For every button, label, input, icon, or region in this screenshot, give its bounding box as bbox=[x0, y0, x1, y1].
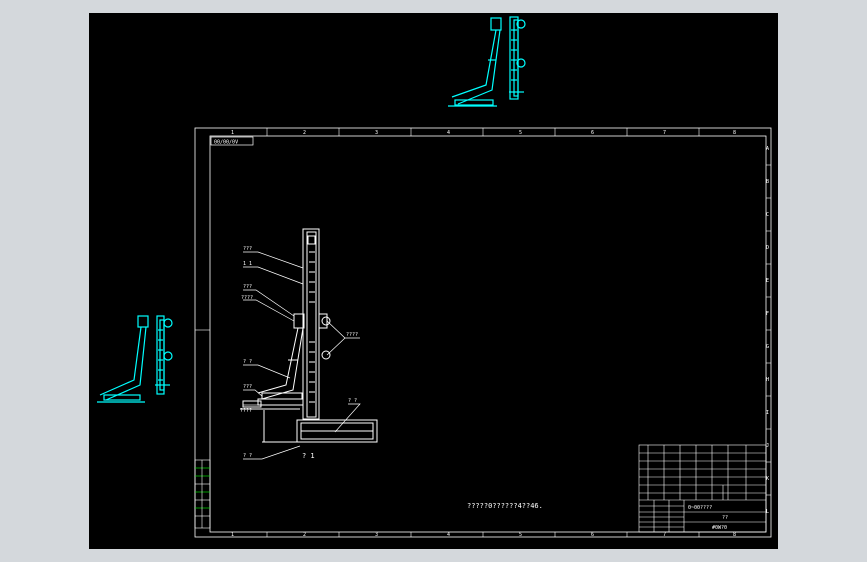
row-mark: C bbox=[766, 212, 769, 218]
col-mark: 8 bbox=[733, 532, 736, 538]
col-mark: 5 bbox=[519, 130, 522, 136]
row-mark: H bbox=[766, 377, 769, 383]
col-mark: 7 bbox=[663, 532, 666, 538]
part-label: ??? bbox=[243, 384, 252, 390]
col-mark: 2 bbox=[303, 130, 306, 136]
row-marks: A B C D E F G H I J K L bbox=[766, 146, 769, 515]
row-mark: D bbox=[766, 245, 769, 251]
row-mark: E bbox=[766, 278, 769, 284]
col-mark: 2 bbox=[303, 532, 306, 538]
part-label: ? 1 bbox=[302, 452, 315, 460]
drawing-code: 0~00???? bbox=[688, 505, 712, 511]
column-ticks bbox=[195, 128, 771, 537]
row-mark: J bbox=[766, 443, 769, 449]
part-label: ???? bbox=[240, 408, 252, 414]
part-label: 1 1 bbox=[243, 261, 252, 267]
col-mark: 1 bbox=[231, 532, 234, 538]
cad-drawing[interactable]: 1 2 3 4 5 6 7 8 1 2 3 4 5 6 7 8 A B C D … bbox=[0, 0, 867, 562]
row-mark: I bbox=[766, 410, 769, 416]
col-mark: 4 bbox=[447, 130, 450, 136]
row-mark: L bbox=[766, 509, 769, 515]
svg-text:00/00/0V: 00/00/0V bbox=[214, 140, 238, 146]
row-mark: F bbox=[766, 311, 769, 317]
col-mark: 5 bbox=[519, 532, 522, 538]
technical-note: ?????0??????4??46. bbox=[467, 502, 543, 510]
designation: ?? bbox=[722, 515, 728, 521]
col-mark: 8 bbox=[733, 130, 736, 136]
col-mark: 6 bbox=[591, 130, 594, 136]
row-mark: A bbox=[766, 146, 769, 152]
part-label: ??? bbox=[243, 246, 252, 252]
part-label: ??? bbox=[243, 284, 252, 290]
sheet-frame bbox=[194, 127, 772, 538]
company: #0W?0 bbox=[712, 525, 727, 531]
col-mark: 3 bbox=[375, 532, 378, 538]
title-block bbox=[638, 444, 767, 533]
revision-strip bbox=[194, 459, 211, 529]
cyan-view-left bbox=[97, 315, 173, 403]
part-label: ? ? bbox=[243, 359, 252, 365]
cyan-view-top bbox=[448, 16, 526, 107]
part-label: ? ? bbox=[348, 398, 357, 404]
col-mark: 6 bbox=[591, 532, 594, 538]
row-mark: K bbox=[766, 476, 769, 482]
col-mark: 4 bbox=[447, 532, 450, 538]
title-tag: 00/00/0V bbox=[210, 136, 254, 146]
col-mark: 1 bbox=[231, 130, 234, 136]
col-mark: 7 bbox=[663, 130, 666, 136]
row-mark: B bbox=[766, 179, 769, 185]
row-mark: G bbox=[766, 344, 769, 350]
part-label: ???? bbox=[346, 332, 358, 338]
part-label: ? ? bbox=[243, 453, 252, 459]
col-mark: 3 bbox=[375, 130, 378, 136]
part-label: ???? bbox=[241, 295, 253, 301]
title-block-text: 0~00???? ?? #0W?0 bbox=[688, 505, 728, 531]
